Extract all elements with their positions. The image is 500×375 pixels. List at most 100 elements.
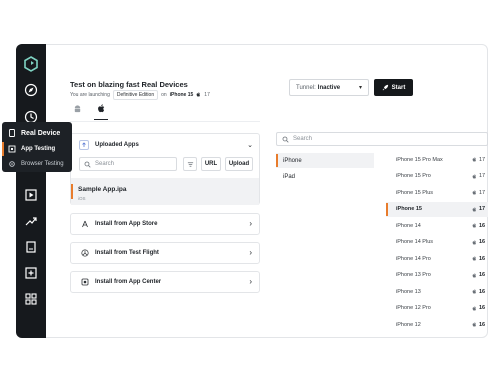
install-test-flight-button[interactable]: Install from Test Flight › [70, 242, 260, 264]
tab-android[interactable] [70, 104, 84, 120]
apple-icon [97, 104, 104, 113]
real-device-flyout: Real Device App Testing Browser Testing [2, 122, 72, 172]
chevron-right-icon: › [249, 248, 252, 257]
device-os-version: 16 [472, 272, 485, 278]
device-version-label: 17 [479, 173, 486, 179]
menu-item-label: App Testing [21, 146, 56, 152]
device-version-label: 16 [479, 239, 486, 245]
play-box-icon[interactable] [24, 188, 38, 202]
filter-button[interactable] [183, 157, 197, 171]
device-os-version: 16 [472, 289, 485, 295]
app-name: Sample App.ipa [78, 186, 127, 193]
device-name: iPhone 15 [396, 206, 422, 212]
device-name: iPhone 13 Pro [396, 272, 431, 278]
app-search-placeholder: Search [95, 161, 115, 167]
os-tabs [70, 104, 108, 120]
device-name: iPhone 15 Plus [396, 189, 433, 196]
device-os-version: 16 [472, 223, 485, 229]
device-version-label: 16 [479, 288, 486, 295]
edition-badge: Definitive Edition [112, 90, 159, 100]
apple-icon [472, 239, 476, 244]
device-item[interactable]: iPhone 12 16 [386, 317, 488, 332]
device-item[interactable]: iPhone 13 16 [386, 284, 488, 299]
install-app-store-button[interactable]: Install from App Store › [70, 213, 260, 235]
device-item[interactable]: iPhone 15 Pro Max 17 [386, 152, 488, 167]
device-name: iPhone 15 Pro [396, 173, 431, 179]
device-item[interactable]: iPhone 13 Pro 16 [386, 268, 488, 283]
device-item[interactable]: iPhone 15 Plus 17 [386, 185, 488, 200]
compass-icon[interactable] [24, 83, 38, 97]
launch-prefix: You are launching [70, 92, 110, 98]
flyout-title-row: Real Device [2, 126, 72, 140]
filter-icon [187, 161, 193, 167]
install-label: Install from App Store [95, 221, 158, 227]
launch-device: iPhone 15 [169, 92, 194, 98]
brand-label: iPad [283, 173, 296, 180]
apple-icon [196, 91, 201, 99]
device-item[interactable]: iPhone 12 Pro 16 [386, 301, 488, 316]
tabs-divider [70, 121, 260, 122]
apple-icon [472, 322, 476, 327]
tab-ios[interactable] [94, 104, 108, 120]
trend-icon[interactable] [24, 214, 38, 228]
flyout-title: Real Device [21, 129, 61, 137]
uploaded-apps-panel: Uploaded Apps ⌄ Search URL Upload Sample… [70, 133, 260, 205]
menu-item-label: Browser Testing [21, 161, 64, 167]
gear-icon [8, 160, 16, 168]
chevron-down-icon[interactable]: ⌄ [247, 141, 253, 149]
tunnel-value: Inactive [317, 84, 341, 91]
menu-item-browser-testing[interactable]: Browser Testing [2, 157, 72, 171]
url-button[interactable]: URL [201, 157, 221, 171]
device-os-version: 17 [472, 206, 485, 212]
device-item[interactable]: iPhone 14 Plus 16 [386, 235, 488, 250]
launch-on: on [161, 92, 167, 98]
device-name: iPhone 14 Plus [396, 239, 433, 245]
grid-icon[interactable] [24, 292, 38, 306]
uploaded-apps-heading: Uploaded Apps [95, 142, 139, 148]
apple-icon [472, 256, 476, 261]
logo-icon [23, 56, 39, 72]
uploaded-apps-header[interactable]: Uploaded Apps [79, 140, 139, 150]
selected-indicator [386, 202, 388, 216]
search-icon [84, 161, 91, 168]
rocket-icon [382, 84, 388, 91]
tunnel-label: Tunnel: [296, 84, 316, 91]
device-version-label: 16 [479, 222, 486, 229]
device-item[interactable]: iPhone 15 17 [386, 201, 488, 217]
device-version-label: 16 [479, 272, 486, 278]
start-label: Start [391, 84, 406, 91]
tunnel-select[interactable]: Tunnel: Inactive ▾ [289, 79, 369, 96]
device-name: iPhone 13 [396, 288, 421, 295]
brand-item-iphone[interactable]: iPhone [276, 153, 374, 168]
menu-item-app-testing[interactable]: App Testing [2, 142, 72, 156]
app-list-item[interactable]: Sample App.ipa iOS [71, 178, 259, 205]
device-version-label: 17 [479, 156, 486, 163]
app-platform: iOS [78, 196, 86, 201]
launch-os-version: 17 [204, 92, 210, 98]
device-version-label: 16 [479, 321, 486, 328]
device-version-label: 16 [479, 305, 486, 311]
device-version-label: 17 [479, 206, 486, 212]
add-box-icon[interactable] [24, 266, 38, 280]
device-os-version: 16 [472, 256, 485, 262]
device-name: iPhone 15 Pro Max [396, 156, 443, 163]
android-icon [74, 105, 80, 113]
device-item[interactable]: iPhone 14 16 [386, 218, 488, 233]
chevron-down-icon: ▾ [358, 85, 362, 91]
document-icon[interactable] [24, 240, 38, 254]
device-name: iPhone 14 [396, 222, 421, 229]
device-item[interactable]: iPhone 14 Pro 16 [386, 251, 488, 266]
brand-label: iPhone [283, 157, 302, 164]
brand-item-ipad[interactable]: iPad [276, 169, 374, 184]
start-button[interactable]: Start [374, 79, 413, 96]
app-search-input[interactable]: Search [79, 157, 177, 171]
device-os-version: 16 [472, 305, 485, 311]
apple-icon [472, 305, 476, 310]
install-app-center-button[interactable]: Install from App Center › [70, 271, 260, 293]
apple-icon [472, 173, 476, 178]
device-name: iPhone 14 Pro [396, 255, 431, 262]
device-item[interactable]: iPhone 15 Pro 17 [386, 169, 488, 184]
device-search-input[interactable]: Search [276, 132, 488, 146]
upload-button[interactable]: Upload [225, 157, 253, 171]
device-search-placeholder: Search [293, 136, 313, 142]
